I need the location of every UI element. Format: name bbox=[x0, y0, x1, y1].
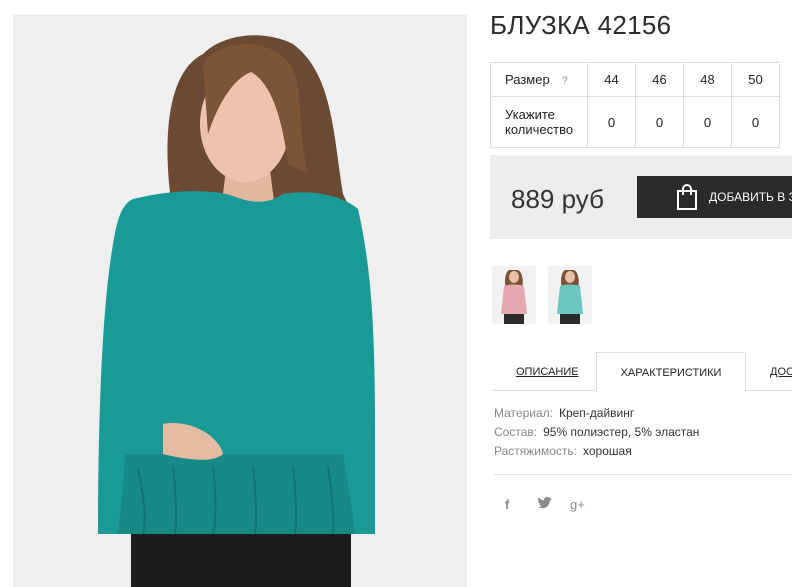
divider bbox=[494, 474, 792, 475]
spec-row: Растяжимость: хорошая bbox=[494, 444, 699, 463]
google-plus-icon[interactable]: g+ bbox=[570, 497, 585, 512]
product-tabs: ОПИСАНИЕ ХАРАКТЕРИСТИКИ ДОСТАВКА bbox=[492, 352, 792, 392]
thumbnail-teal[interactable] bbox=[548, 266, 592, 324]
size-label: Размер bbox=[505, 72, 550, 87]
quantity-input-50[interactable]: 0 bbox=[731, 96, 780, 148]
size-48: 48 bbox=[683, 62, 732, 97]
size-46: 46 bbox=[635, 62, 684, 97]
size-50: 50 bbox=[731, 62, 780, 97]
spec-key: Растяжимость: bbox=[494, 444, 578, 458]
size-header-cell: Размер? bbox=[490, 62, 588, 97]
tab-delivery[interactable]: ДОСТАВКА bbox=[770, 352, 792, 391]
spec-key: Материал: bbox=[494, 406, 553, 420]
help-icon[interactable]: ? bbox=[562, 75, 568, 87]
spec-row: Материал: Креп-дайвинг bbox=[494, 406, 699, 425]
spec-value: 95% полиэстер, 5% эластан bbox=[543, 425, 700, 439]
thumbnail-pink[interactable] bbox=[492, 266, 536, 324]
quantity-input-48[interactable]: 0 bbox=[683, 96, 732, 148]
specs-list: Материал: Креп-дайвинг Состав: 95% полиэст… bbox=[494, 406, 699, 463]
price-box: 889 руб ДОБАВИТЬ В ЗАКАЗ bbox=[490, 155, 792, 239]
facebook-icon[interactable]: f bbox=[505, 497, 509, 512]
twitter-icon[interactable] bbox=[538, 496, 552, 512]
add-to-cart-label: ДОБАВИТЬ В ЗАКАЗ bbox=[709, 190, 792, 204]
quantity-label-cell: Укажите количество bbox=[490, 96, 588, 148]
spec-value: хорошая bbox=[583, 444, 632, 458]
shopping-bag-icon bbox=[677, 184, 697, 210]
tab-description[interactable]: ОПИСАНИЕ bbox=[516, 352, 579, 391]
spec-key: Состав: bbox=[494, 425, 538, 439]
size-44: 44 bbox=[587, 62, 636, 97]
product-main-photo[interactable] bbox=[13, 14, 467, 587]
spec-value: Креп-дайвинг bbox=[558, 406, 635, 420]
quantity-input-46[interactable]: 0 bbox=[635, 96, 684, 148]
size-quantity-table: Размер? 44 46 48 50 Укажите количество 0… bbox=[490, 62, 780, 148]
quantity-label-line2: количество bbox=[505, 122, 574, 137]
quantity-input-44[interactable]: 0 bbox=[587, 96, 636, 148]
product-price: 889 руб bbox=[511, 184, 604, 214]
spec-row: Состав: 95% полиэстер, 5% эластан bbox=[494, 425, 699, 444]
tab-characteristics[interactable]: ХАРАКТЕРИСТИКИ bbox=[596, 352, 746, 392]
product-title: БЛУЗКА 42156 bbox=[490, 10, 672, 40]
add-to-cart-button[interactable]: ДОБАВИТЬ В ЗАКАЗ bbox=[637, 176, 792, 218]
quantity-label-line1: Укажите bbox=[505, 107, 555, 122]
